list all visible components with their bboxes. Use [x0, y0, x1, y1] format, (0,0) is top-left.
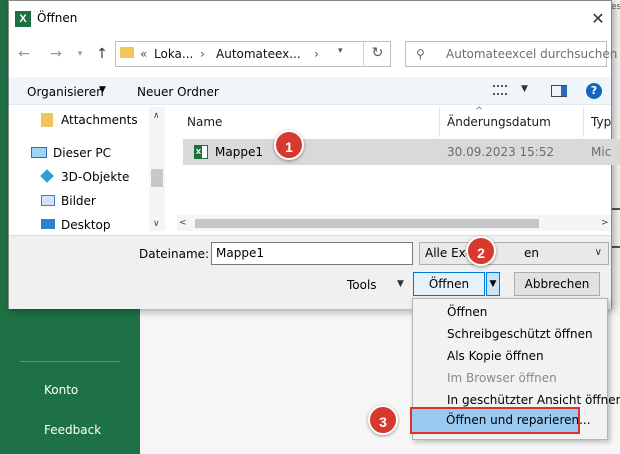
excel-file-icon-mark: X [195, 146, 202, 158]
excel-file-icon: X [194, 145, 208, 159]
cancel-button[interactable]: Abbrechen [514, 272, 600, 296]
search-placeholder: Automateexcel durchsuchen [446, 47, 618, 61]
filename-label: Dateiname: [139, 247, 210, 261]
sidebar-item-account[interactable]: Konto [44, 383, 78, 397]
excel-logo-icon: X [15, 11, 31, 27]
background-fragment [612, 246, 620, 256]
view-caret-icon[interactable]: ▼ [521, 84, 528, 94]
cube-icon [40, 169, 54, 183]
column-divider[interactable] [583, 107, 584, 137]
nav-item-attachments[interactable]: Attachments [61, 113, 138, 127]
preview-pane-fill [561, 86, 567, 96]
breadcrumb-segment[interactable]: Automateex... [216, 47, 301, 61]
open-dialog: X Öffnen ✕ ← → ▾ ↑ « Loka... › Automatee… [8, 0, 620, 309]
organize-button[interactable]: Organisieren [27, 85, 104, 99]
search-icon: ⚲ [416, 47, 425, 61]
breadcrumb-segment[interactable]: Loka... [154, 47, 193, 61]
scroll-left-icon[interactable]: < [179, 218, 187, 228]
column-header-type[interactable]: Typ [591, 115, 611, 129]
annotation-highlight-box [410, 407, 580, 434]
command-toolbar: Organisieren ▼ Neuer Ordner ▼ ? [9, 77, 611, 105]
step-marker-3: 3 [368, 405, 398, 435]
nav-pane-scroll-thumb[interactable] [151, 169, 163, 187]
sidebar-item-feedback[interactable]: Feedback [44, 423, 101, 437]
breadcrumb-separator[interactable]: › [314, 47, 319, 61]
address-overflow[interactable]: « [140, 47, 147, 61]
step-marker-1: 1 [274, 130, 304, 160]
file-list-hscroll-thumb[interactable] [195, 219, 539, 228]
menu-item-open[interactable]: Öffnen [413, 301, 607, 323]
file-type-filter-value-tail: en [524, 246, 539, 260]
back-arrow-icon[interactable]: ← [15, 44, 33, 64]
step-marker-2: 2 [466, 236, 496, 266]
up-arrow-icon[interactable]: ↑ [93, 44, 111, 64]
tools-caret-icon[interactable]: ▼ [397, 279, 404, 289]
tools-menu-button[interactable]: Tools [347, 278, 377, 292]
file-list: ^ Name Änderungsdatum Typ [177, 106, 611, 231]
column-header-name[interactable]: Name [187, 115, 222, 129]
scroll-down-icon[interactable]: ∨ [153, 219, 160, 229]
nav-item-3d-objects[interactable]: 3D-Objekte [61, 170, 129, 184]
pictures-icon [41, 195, 55, 206]
column-header-modified[interactable]: Änderungsdatum [447, 115, 551, 129]
open-button[interactable]: Öffnen [413, 272, 485, 296]
background-fragment [612, 208, 620, 218]
desktop-icon [41, 219, 55, 229]
chevron-down-icon: ∨ [594, 247, 602, 258]
file-type-filter-select[interactable]: Alle Excel en ∨ [419, 242, 609, 265]
nav-item-desktop[interactable]: Desktop [61, 218, 111, 232]
preview-pane-icon[interactable] [551, 85, 567, 97]
nav-item-pictures[interactable]: Bilder [61, 194, 96, 208]
recent-locations-chevron-icon[interactable]: ▾ [71, 44, 89, 64]
address-dropdown-icon[interactable]: ▾ [338, 46, 343, 56]
nav-item-this-pc[interactable]: Dieser PC [53, 146, 111, 160]
sidebar-divider [20, 361, 120, 362]
new-folder-button[interactable]: Neuer Ordner [137, 85, 219, 99]
computer-icon [31, 147, 47, 158]
refresh-icon[interactable]: ↻ [363, 41, 391, 67]
address-bar[interactable]: « Loka... › Automateex... › ▾ [115, 41, 391, 67]
file-type-cell: Micro [591, 145, 611, 159]
scroll-up-icon[interactable]: ∧ [153, 111, 160, 121]
menu-item-open-as-copy[interactable]: Als Kopie öffnen [413, 345, 607, 367]
file-modified-cell: 30.09.2023 15:52 [447, 145, 555, 159]
breadcrumb-separator[interactable]: › [200, 47, 205, 61]
folder-icon [120, 47, 134, 58]
column-divider[interactable] [439, 107, 440, 137]
folder-icon [41, 113, 53, 127]
help-icon[interactable]: ? [586, 83, 602, 99]
menu-item-open-read-only[interactable]: Schreibgeschützt öffnen [413, 323, 607, 345]
dialog-title: Öffnen [37, 11, 78, 25]
organize-caret-icon[interactable]: ▼ [99, 85, 106, 95]
dialog-titlebar[interactable]: X Öffnen ✕ [9, 1, 611, 37]
search-input[interactable]: ⚲ Automateexcel durchsuchen [405, 41, 617, 67]
filename-input[interactable]: Mappe1 [211, 242, 413, 265]
menu-item-open-in-browser: Im Browser öffnen [447, 371, 557, 385]
open-dropdown-arrow-icon[interactable]: ▼ [486, 272, 500, 296]
scroll-right-icon[interactable]: > [601, 218, 609, 228]
view-options-icon[interactable] [493, 85, 507, 95]
close-icon[interactable]: ✕ [589, 10, 607, 28]
file-name-cell[interactable]: Mappe1 [215, 145, 263, 159]
forward-arrow-icon[interactable]: → [47, 44, 65, 64]
